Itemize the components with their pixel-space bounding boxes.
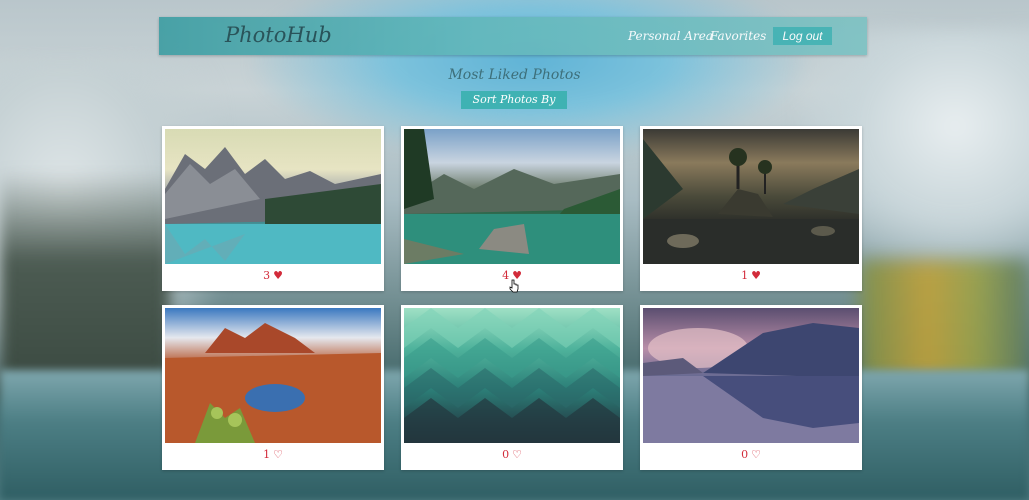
heart-filled-icon[interactable]: ♥ xyxy=(273,269,283,282)
heart-outline-icon[interactable]: ♡ xyxy=(751,448,761,461)
background-trees-left xyxy=(0,170,170,400)
like-count-value: 1 xyxy=(741,269,749,282)
heart-outline-icon[interactable]: ♡ xyxy=(512,448,522,461)
like-count-value: 1 xyxy=(263,448,271,461)
like-count[interactable]: 1 ♥ xyxy=(640,269,862,282)
stormy-lake-island-photo[interactable] xyxy=(643,129,859,264)
mountain-lake-photo[interactable] xyxy=(165,129,381,264)
like-count-value: 4 xyxy=(502,269,510,282)
heart-outline-icon[interactable]: ♡ xyxy=(273,448,283,461)
heart-filled-icon[interactable]: ♥ xyxy=(751,269,761,282)
like-count-value: 0 xyxy=(502,448,510,461)
like-count[interactable]: 3 ♥ xyxy=(162,269,384,282)
mouse-cursor-icon xyxy=(509,279,519,293)
red-rock-desert-photo[interactable] xyxy=(165,308,381,443)
photo-card[interactable]: 3 ♥ xyxy=(162,126,384,291)
photo-card[interactable]: 1 ♡ xyxy=(162,305,384,470)
nav-favorites-link[interactable]: Favorites xyxy=(710,29,766,43)
photo-card[interactable]: 0 ♡ xyxy=(401,305,623,470)
like-count[interactable]: 0 ♡ xyxy=(640,448,862,461)
photo-card[interactable]: 4 ♥ xyxy=(401,126,623,291)
like-count-value: 3 xyxy=(263,269,271,282)
page-title: Most Liked Photos xyxy=(448,67,581,83)
like-count[interactable]: 0 ♡ xyxy=(401,448,623,461)
navbar: PhotoHub Personal Area Favorites Log out xyxy=(159,17,867,55)
green-lake-rock-photo[interactable] xyxy=(404,129,620,264)
logout-button[interactable]: Log out xyxy=(773,27,832,45)
background-trees-right xyxy=(859,260,1029,380)
teal-geometric-pattern-photo[interactable] xyxy=(404,308,620,443)
misty-purple-lake-photo[interactable] xyxy=(643,308,859,443)
brand-logo[interactable]: PhotoHub xyxy=(225,23,332,47)
photo-card[interactable]: 1 ♥ xyxy=(640,126,862,291)
sort-photos-button[interactable]: Sort Photos By xyxy=(461,91,567,109)
photo-card[interactable]: 0 ♡ xyxy=(640,305,862,470)
like-count[interactable]: 1 ♡ xyxy=(162,448,384,461)
like-count-value: 0 xyxy=(741,448,749,461)
nav-personal-area-link[interactable]: Personal Area xyxy=(628,29,713,43)
